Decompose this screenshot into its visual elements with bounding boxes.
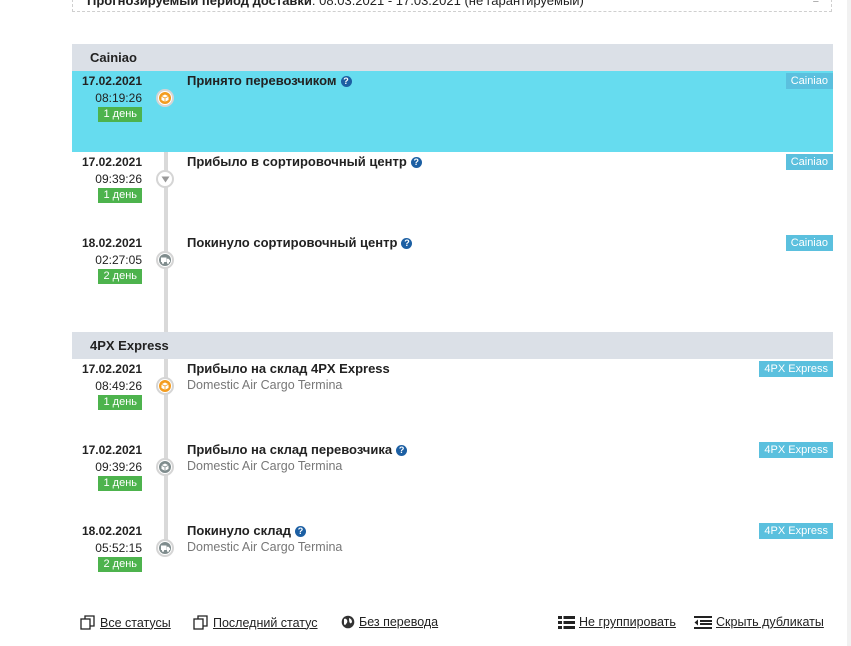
event-days-badge: 1 день (98, 107, 142, 122)
help-icon[interactable]: ? (340, 76, 352, 87)
help-icon[interactable]: ? (396, 445, 408, 456)
hide-duplicates-label[interactable]: Скрыть дубликаты (716, 615, 824, 629)
timeline-event[interactable]: 17.02.2021 08:49:26 1 день Прибыло на склад… (72, 359, 833, 440)
event-time: 09:39:26 (95, 460, 142, 474)
event-date: 18.02.2021 (81, 236, 142, 250)
event-location: Domestic Air Cargo Termina (187, 378, 343, 392)
event-date: 17.02.2021 (81, 74, 142, 88)
timeline-event[interactable]: 18.02.2021 05:52:15 2 день Покинуло склад? D… (72, 521, 833, 602)
event-status-text: Покинуло сортировочный центр (187, 235, 398, 250)
event-time: 09:39:26 (95, 172, 142, 186)
no-grouping-button[interactable]: Не группировать (558, 615, 676, 629)
copy-icon (193, 615, 208, 630)
event-status: Прибыло на склад 4PX Express (187, 361, 390, 376)
event-status-text: Прибыло в сортировочный центр (187, 154, 407, 169)
copy-icon (80, 615, 95, 630)
group-header: Cainiao (72, 44, 833, 71)
delivery-period-box: Прогнозируемый период доставки: 08.03.20… (72, 0, 832, 12)
carrier-badge: Cainiao (785, 235, 833, 251)
event-status: Прибыло на склад перевозчика? (187, 442, 408, 457)
event-status-text: Прибыло на склад 4PX Express (187, 361, 390, 376)
help-icon[interactable]: ? (401, 238, 413, 249)
event-status-text: Принято перевозчиком (187, 73, 337, 88)
event-days-badge: 2 день (98, 557, 142, 572)
event-time: 02:27:05 (95, 253, 142, 267)
event-date: 17.02.2021 (81, 443, 142, 457)
no-translation-label[interactable]: Без перевода (359, 615, 438, 629)
delivery-period-label: Прогнозируемый период доставки (87, 0, 312, 8)
arrow-down-icon (156, 170, 174, 188)
list-icon (558, 615, 575, 629)
event-location: Domestic Air Cargo Termina (187, 459, 343, 473)
carrier-badge: Cainiao (785, 154, 833, 170)
help-icon[interactable]: ? (294, 526, 306, 537)
hide-duplicates-button[interactable]: Скрыть дубликаты (694, 615, 824, 629)
last-status-button[interactable]: Последний статус (193, 615, 318, 630)
event-time: 08:49:26 (95, 379, 142, 393)
timeline-event[interactable]: 17.02.2021 09:39:26 1 день Прибыло в сортир… (72, 152, 833, 233)
event-location: Domestic Air Cargo Termina (187, 540, 343, 554)
event-days-badge: 1 день (98, 188, 142, 203)
timeline-event[interactable]: 17.02.2021 09:39:26 1 день Прибыло на склад… (72, 440, 833, 521)
last-status-label[interactable]: Последний статус (213, 616, 318, 630)
event-date: 18.02.2021 (81, 524, 142, 538)
package-icon (156, 377, 174, 395)
event-status: Покинуло склад? (187, 523, 306, 538)
hide-list-icon (694, 615, 712, 629)
sort-icon[interactable]: ≡ (813, 0, 819, 7)
truck-icon (156, 539, 174, 557)
help-icon[interactable]: ? (410, 157, 422, 168)
all-statuses-label[interactable]: Все статусы (100, 616, 171, 630)
event-status-text: Прибыло на склад перевозчика (187, 442, 393, 457)
event-date: 17.02.2021 (81, 362, 142, 376)
event-status: Прибыло в сортировочный центр? (187, 154, 422, 169)
event-time: 08:19:26 (95, 91, 142, 105)
event-date: 17.02.2021 (81, 155, 142, 169)
carrier-badge: 4PX Express (759, 442, 833, 458)
globe-icon (341, 615, 355, 629)
carrier-badge: 4PX Express (759, 361, 833, 377)
event-status: Покинуло сортировочный центр? (187, 235, 413, 250)
group-header: 4PX Express (72, 332, 833, 359)
no-grouping-label[interactable]: Не группировать (579, 615, 676, 629)
timeline-event[interactable]: 18.02.2021 02:27:05 2 день Покинуло сортиро… (72, 233, 833, 314)
no-translation-button[interactable]: Без перевода (341, 615, 438, 629)
scrollbar[interactable] (847, 0, 851, 646)
delivery-period-value: 08.03.2021 - 17.03.2021 (не гарантируемы… (319, 0, 584, 8)
timeline-event[interactable]: 17.02.2021 08:19:26 1 день Принято перевозч… (72, 71, 833, 152)
truck-icon (156, 251, 174, 269)
event-days-badge: 1 день (98, 395, 142, 410)
event-time: 05:52:15 (95, 541, 142, 555)
package-icon (156, 89, 174, 107)
carrier-badge: 4PX Express (759, 523, 833, 539)
carrier-badge: Cainiao (785, 73, 833, 89)
all-statuses-button[interactable]: Все статусы (80, 615, 171, 630)
box-icon (156, 458, 174, 476)
event-status: Принято перевозчиком? (187, 73, 352, 88)
event-status-text: Покинуло склад (187, 523, 291, 538)
event-days-badge: 1 день (98, 476, 142, 491)
event-days-badge: 2 день (98, 269, 142, 284)
